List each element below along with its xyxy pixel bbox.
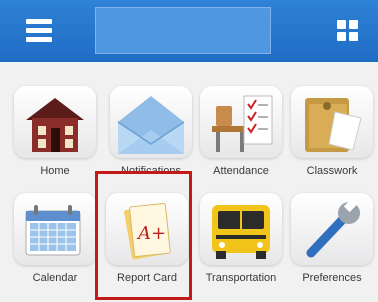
report-card-icon: A+ [106,193,188,265]
classwork-label: Classwork [306,165,358,177]
attendance-label: Attendance [213,165,269,177]
preferences-tile[interactable]: Preferences [291,193,373,293]
apps-grid-button[interactable] [337,20,359,42]
attendance-tile[interactable]: Attendance [200,86,282,186]
notifications-tile[interactable]: Notifications [110,86,192,186]
school-bus-icon [200,193,282,265]
report-card-label: Report Card [117,272,177,284]
calendar-tile[interactable]: Calendar [14,193,96,293]
transportation-tile[interactable]: Transportation [200,193,282,293]
menu-button[interactable] [26,19,52,43]
envelope-icon [110,86,192,158]
preferences-label: Preferences [302,272,362,284]
title-field [95,7,271,54]
grid-icon [337,20,346,29]
top-bar [0,0,378,62]
calendar-icon [14,193,96,265]
grade-text: A+ [136,223,166,244]
transportation-label: Transportation [205,272,277,284]
desk-checklist-icon [200,86,282,158]
home-label: Home [40,165,70,177]
classwork-tile[interactable]: Classwork [291,86,373,186]
report-card-tile[interactable]: A+ Report Card [106,193,188,293]
wrench-icon [291,193,373,265]
calendar-label: Calendar [32,272,78,284]
home-tile[interactable]: Home [14,86,96,186]
folder-icon [291,86,373,158]
house-icon [14,86,96,158]
hamburger-menu-icon [26,19,52,24]
notifications-label: Notifications [121,165,181,177]
